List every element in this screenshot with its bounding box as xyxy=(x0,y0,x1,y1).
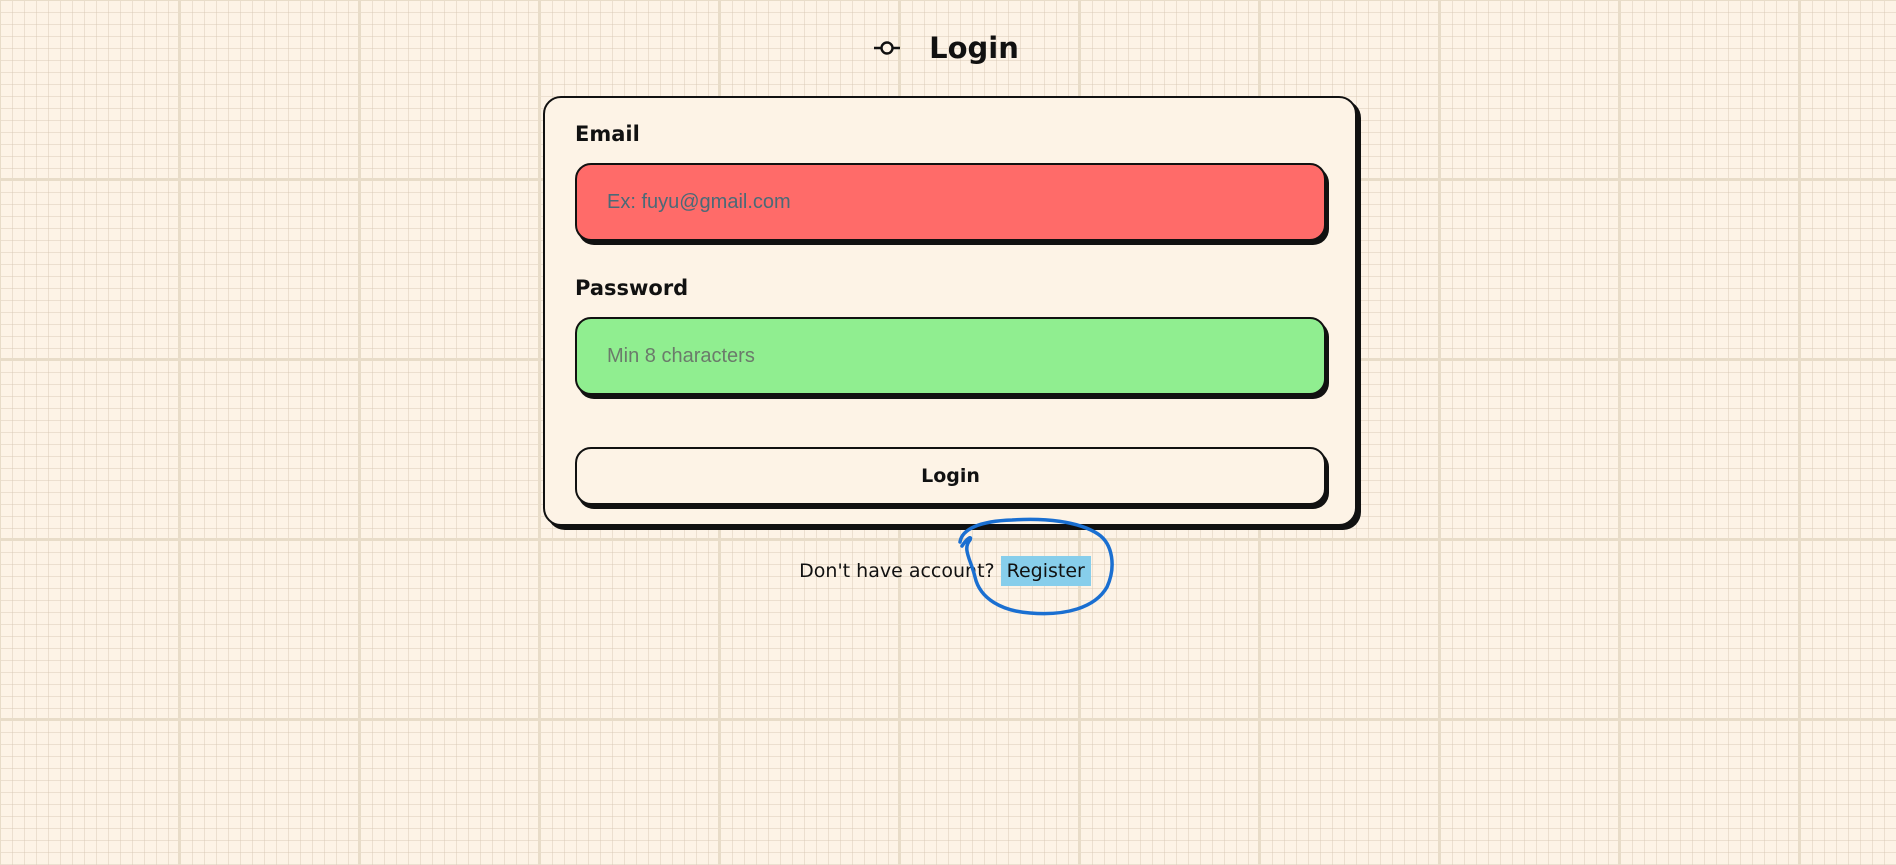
register-prompt: Don't have account? Register xyxy=(0,556,1893,586)
commit-icon xyxy=(873,36,901,60)
page-title: Login xyxy=(929,31,1019,65)
no-account-text: Don't have account? xyxy=(799,560,995,582)
password-input[interactable] xyxy=(575,317,1326,395)
password-label: Password xyxy=(575,276,689,300)
login-form: Email Password Login xyxy=(543,96,1357,526)
login-button[interactable]: Login xyxy=(575,447,1326,505)
page-header: Login xyxy=(0,26,1894,70)
email-input[interactable] xyxy=(575,163,1326,241)
email-label: Email xyxy=(575,122,640,146)
register-link[interactable]: Register xyxy=(1000,556,1091,586)
